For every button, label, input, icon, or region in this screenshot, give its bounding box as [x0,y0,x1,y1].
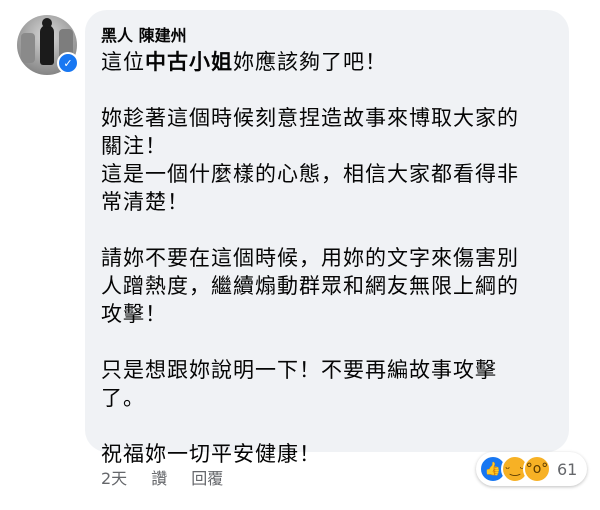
reaction-summary[interactable]: 👍 ᵕ‿ᵕ °o° 61 [476,452,588,486]
reaction-count: 61 [557,459,578,479]
comment-paragraph: 妳趁著這個時候刻意捏造故事來博取大家的 關注！ 這是一個什麼樣的心態，相信大家都… [101,106,519,214]
comment-text: 這位中古小姐妳應該夠了吧！ 妳趁著這個時候刻意捏造故事來博取大家的 關注！ 這是… [101,48,563,468]
comment-text-segment: 妳應該夠了吧！ [233,50,387,74]
wow-icon: °o° [523,455,551,483]
verified-check-icon: ✓ [57,52,79,74]
comment-author-name[interactable]: 黑人 陳建州 [101,22,187,46]
comment-text-segment: 這位 [101,50,145,74]
comment-paragraph: 請妳不要在這個時候，用妳的文字來傷害別 人蹭熱度，繼續煽動群眾和網友無限上綱的 … [101,246,519,326]
comment-paragraph: 只是想跟妳說明一下！不要再編故事攻擊 了。 [101,358,497,410]
comment-timestamp[interactable]: 2天 [101,465,127,489]
avatar-background [21,33,35,63]
comment-actions: 2天 讚 回覆 [101,465,223,489]
avatar-person [40,18,54,65]
comment-paragraph: 這位中古小姐妳應該夠了吧！ [101,48,563,76]
comment-text-bold: 中古小姐 [145,50,233,74]
like-button[interactable]: 讚 [151,465,167,489]
reply-button[interactable]: 回覆 [191,465,223,489]
comment: ✓ 黑人 陳建州 這位中古小姐妳應該夠了吧！ 妳趁著這個時候刻意捏造故事來博取大… [0,0,600,510]
